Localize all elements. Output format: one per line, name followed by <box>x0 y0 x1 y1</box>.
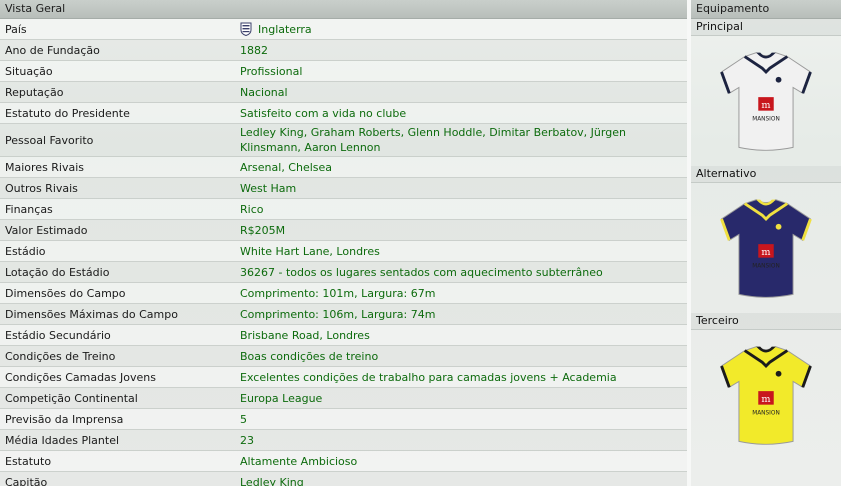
kit-label: Terceiro <box>691 313 841 330</box>
overview-panel: Vista Geral País Inglaterra Ano de Fundaçã… <box>0 0 687 486</box>
overview-row: Ano de Fundação 1882 <box>0 40 687 61</box>
overview-row: Competição Continental Europa League <box>0 388 687 409</box>
kit-label: Alternativo <box>691 166 841 183</box>
row-label: Maiores Rivais <box>5 160 85 174</box>
overview-row: Outros Rivais West Ham <box>0 178 687 199</box>
svg-text:MANSION: MANSION <box>752 410 780 416</box>
overview-row: Dimensões Máximas do Campo Comprimento: 1… <box>0 304 687 325</box>
kit-list: Principal m MANSION Alternativo m MANSION Terc… <box>691 19 841 460</box>
row-value: R$205M <box>240 223 286 237</box>
row-value[interactable]: Arsenal, Chelsea <box>235 160 332 175</box>
row-label: Estádio Secundário <box>5 328 111 342</box>
overview-row: Lotação do Estádio 36267 - todos os lugar… <box>0 262 687 283</box>
overview-row: Condições de Treino Boas condições de tre… <box>0 346 687 367</box>
row-label: Previsão da Imprensa <box>5 412 124 426</box>
row-value[interactable]: Brisbane Road, Londres <box>235 328 370 343</box>
kit-panel: Equipamento Principal m MANSION Alternativo… <box>691 0 841 486</box>
overview-row: Estádio White Hart Lane, Londres <box>0 241 687 262</box>
row-label: País <box>5 22 27 36</box>
overview-row: Dimensões do Campo Comprimento: 101m, Lar… <box>0 283 687 304</box>
overview-row: Maiores Rivais Arsenal, Chelsea <box>0 157 687 178</box>
row-value: Boas condições de treino <box>240 349 379 363</box>
row-label: Situação <box>5 64 53 78</box>
third-kit-shirt-icon[interactable]: m MANSION <box>691 330 841 460</box>
svg-text:MANSION: MANSION <box>752 263 780 269</box>
row-value: 5 <box>240 412 247 426</box>
row-label: Outros Rivais <box>5 181 78 195</box>
row-value: Comprimento: 106m, Largura: 74m <box>240 307 436 321</box>
overview-row: Valor Estimado R$205M <box>0 220 687 241</box>
row-value: Profissional <box>240 64 303 78</box>
overview-row: Estatuto do Presidente Satisfeito com a v… <box>0 103 687 124</box>
kit-label: Principal <box>691 19 841 36</box>
overview-row: Condições Camadas Jovens Excelentes condi… <box>0 367 687 388</box>
row-label: Estádio <box>5 244 46 258</box>
row-label: Reputação <box>5 85 64 99</box>
row-value[interactable]: Europa League <box>235 391 322 406</box>
row-label: Pessoal Favorito <box>5 133 94 147</box>
row-label: Condições Camadas Jovens <box>5 370 156 384</box>
row-label: Finanças <box>5 202 53 216</box>
club-overview-screen: Vista Geral País Inglaterra Ano de Fundaçã… <box>0 0 841 486</box>
row-value[interactable]: West Ham <box>235 181 296 196</box>
row-value: Altamente Ambicioso <box>240 454 358 468</box>
row-value: 1882 <box>240 43 268 57</box>
overview-row: Finanças Rico <box>0 199 687 220</box>
overview-row: Capitão Ledley King <box>0 472 687 486</box>
row-value: 23 <box>240 433 254 447</box>
away-kit-shirt-icon[interactable]: m MANSION <box>691 183 841 313</box>
row-value[interactable]: Inglaterra <box>235 22 312 37</box>
overview-row: Previsão da Imprensa 5 <box>0 409 687 430</box>
row-label: Lotação do Estádio <box>5 265 110 279</box>
england-crest-icon <box>240 22 252 37</box>
row-value: Comprimento: 101m, Largura: 67m <box>240 286 436 300</box>
row-label: Média Idades Plantel <box>5 433 120 447</box>
overview-row: Estádio Secundário Brisbane Road, Londres <box>0 325 687 346</box>
row-label: Competição Continental <box>5 391 138 405</box>
row-label: Valor Estimado <box>5 223 88 237</box>
overview-row: País Inglaterra <box>0 19 687 40</box>
svg-text:m: m <box>761 247 770 258</box>
row-value: Satisfeito com a vida no clube <box>240 106 407 120</box>
row-label: Dimensões do Campo <box>5 286 126 300</box>
home-kit-shirt-icon[interactable]: m MANSION <box>691 36 841 166</box>
row-value[interactable]: Ledley King <box>235 475 304 486</box>
kit-panel-title: Equipamento <box>691 0 841 19</box>
overview-row: Estatuto Altamente Ambicioso <box>0 451 687 472</box>
country-name[interactable]: Inglaterra <box>258 22 312 37</box>
row-value: Nacional <box>240 85 288 99</box>
overview-table: País Inglaterra Ano de Fundação 1882 Situaçã… <box>0 19 687 486</box>
row-label: Estatuto do Presidente <box>5 106 130 120</box>
overview-row: Situação Profissional <box>0 61 687 82</box>
svg-text:MANSION: MANSION <box>752 116 780 122</box>
overview-panel-title: Vista Geral <box>0 0 687 19</box>
row-value: Excelentes condições de trabalho para ca… <box>240 370 617 384</box>
row-value: Rico <box>240 202 264 216</box>
overview-row: Reputação Nacional <box>0 82 687 103</box>
row-value[interactable]: White Hart Lane, Londres <box>235 244 380 259</box>
row-value: 36267 - todos os lugares sentados com aq… <box>240 265 603 279</box>
overview-row: Pessoal Favorito Ledley King, Graham Robe… <box>0 124 687 157</box>
svg-text:m: m <box>761 100 770 111</box>
overview-row: Média Idades Plantel 23 <box>0 430 687 451</box>
row-label: Estatuto <box>5 454 52 468</box>
svg-text:m: m <box>761 394 770 405</box>
row-label: Ano de Fundação <box>5 43 100 57</box>
row-label: Capitão <box>5 475 48 486</box>
row-label: Dimensões Máximas do Campo <box>5 307 178 321</box>
row-label: Condições de Treino <box>5 349 116 363</box>
row-value[interactable]: Ledley King, Graham Roberts, Glenn Hoddl… <box>235 125 687 155</box>
